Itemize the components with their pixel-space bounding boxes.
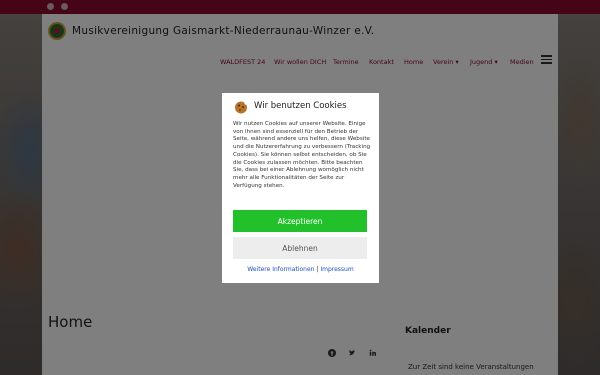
more-info-link[interactable]: Weitere Informationen (247, 266, 314, 273)
cookie-dialog: Wir benutzen Cookies Wir nutzen Cookies … (222, 93, 379, 283)
accept-cookies-button[interactable]: Akzeptieren (233, 210, 367, 232)
cookie-dialog-links: Weitere Informationen | Impressum (222, 266, 379, 273)
reject-cookies-button[interactable]: Ablehnen (233, 237, 367, 259)
cookie-dialog-text: Wir nutzen Cookies auf unserer Website. … (233, 121, 371, 189)
cookie-dialog-title: Wir benutzen Cookies (254, 101, 347, 111)
cookie-icon (234, 99, 248, 114)
link-separator: | (316, 266, 319, 273)
imprint-link[interactable]: Impressum (320, 266, 353, 273)
